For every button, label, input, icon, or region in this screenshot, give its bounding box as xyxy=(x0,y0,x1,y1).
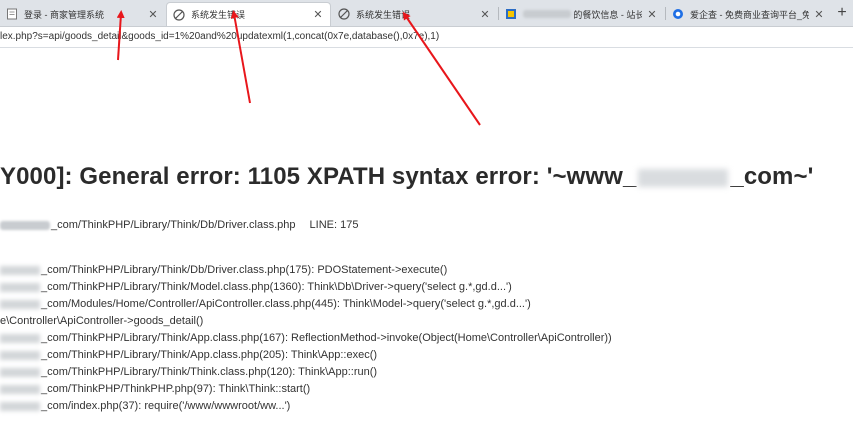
redacted-text xyxy=(638,168,729,187)
error-file-path: _com/ThinkPHP/Library/Think/Db/Driver.cl… xyxy=(51,219,296,231)
close-icon[interactable]: ✕ xyxy=(813,8,825,21)
redacted-text xyxy=(0,333,40,343)
redacted-text xyxy=(0,384,40,394)
tab-title: 系统发生错误 xyxy=(191,10,246,20)
stack-trace: _com/ThinkPHP/Library/Think/Db/Driver.cl… xyxy=(0,262,612,415)
close-icon[interactable]: ✕ xyxy=(479,8,491,21)
url-text[interactable]: lex.php?s=api/goods_detail&goods_id=1%20… xyxy=(0,31,439,42)
page-icon xyxy=(173,8,185,21)
trace-row: _com/ThinkPHP/Library/Think/Db/Driver.cl… xyxy=(0,262,612,279)
trace-row: _com/ThinkPHP/Library/Think/App.class.ph… xyxy=(0,347,612,364)
close-icon[interactable]: ✕ xyxy=(312,8,324,21)
close-icon[interactable]: ✕ xyxy=(646,8,658,21)
tab-system-error[interactable]: 系统发生错误 ✕ xyxy=(332,2,497,26)
redacted-text xyxy=(0,350,40,360)
page-icon xyxy=(6,8,18,20)
error-message: Y000]: General error: 1105 XPATH syntax … xyxy=(0,163,813,191)
tab-restaurant-info[interactable]: 的餐饮信息 - 站长 ✕ xyxy=(499,2,664,26)
redacted-text xyxy=(0,282,40,292)
error-message-suffix: _com~' xyxy=(730,163,814,190)
aiqicha-icon xyxy=(672,8,684,20)
tab-system-error-active[interactable]: 系统发生错误 ✕ xyxy=(166,2,331,26)
redacted-text xyxy=(0,220,50,230)
tab-login[interactable]: 登录 - 商家管理系统 ✕ xyxy=(0,2,165,26)
tab-title: 爱企查 - 免费商业查询平台_免费 xyxy=(690,9,809,20)
redacted-text xyxy=(0,401,40,411)
new-tab-button[interactable]: + xyxy=(833,3,851,23)
trace-row: e\Controller\ApiController->goods_detail… xyxy=(0,315,204,327)
tab-aiqicha[interactable]: 爱企查 - 免费商业查询平台_免费 ✕ xyxy=(666,2,831,26)
close-icon[interactable]: ✕ xyxy=(147,8,159,21)
trace-row: _com/ThinkPHP/ThinkPHP.php(97): Think\Th… xyxy=(0,381,612,398)
error-line-number: LINE: 175 xyxy=(309,219,359,231)
trace-row: _com/ThinkPHP/Library/Think/Model.class.… xyxy=(0,279,612,296)
tab-strip: 登录 - 商家管理系统 ✕ 系统发生错误 ✕ 系统发生错误 ✕ 的餐饮信息 - … xyxy=(0,0,853,27)
trace-row: _com/ThinkPHP/Library/Think/App.class.ph… xyxy=(0,330,612,347)
redacted-text xyxy=(0,265,40,275)
address-bar[interactable]: lex.php?s=api/goods_detail&goods_id=1%20… xyxy=(0,27,853,48)
tab-title: 的餐饮信息 - 站长 xyxy=(573,9,642,20)
trace-row: _com/Modules/Home/Controller/ApiControll… xyxy=(0,296,612,313)
tab-title: 系统发生错误 xyxy=(356,9,411,20)
error-message-prefix: Y000]: General error: 1105 XPATH syntax … xyxy=(0,163,637,190)
redacted-text xyxy=(0,299,40,309)
tab-title: 登录 - 商家管理系统 xyxy=(24,9,104,20)
trace-row: _com/index.php(37): require('/www/wwwroo… xyxy=(0,398,612,415)
redacted-text xyxy=(523,10,572,18)
redacted-text xyxy=(0,367,40,377)
page-icon xyxy=(338,8,350,20)
trace-row: _com/ThinkPHP/Library/Think/Think.class.… xyxy=(0,364,612,381)
site-icon xyxy=(505,8,517,20)
error-file-line: _com/ThinkPHP/Library/Think/Db/Driver.cl… xyxy=(0,219,358,231)
